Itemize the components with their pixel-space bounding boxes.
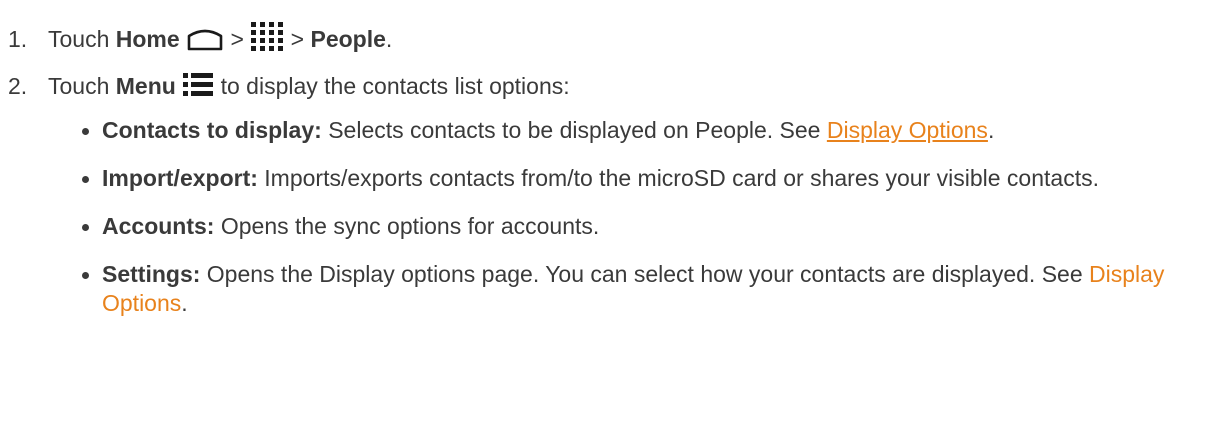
apps-grid-icon	[250, 21, 284, 58]
bullet-icon	[82, 176, 89, 183]
home-label: Home	[115, 26, 180, 52]
home-icon	[186, 25, 224, 58]
display-options-link[interactable]: Display Options	[827, 117, 988, 143]
option-end: .	[987, 117, 995, 143]
bullet-icon	[82, 128, 89, 135]
option-term: Settings:	[102, 261, 201, 287]
step-number: 1.	[8, 26, 28, 52]
bullet-icon	[82, 272, 89, 279]
option-term: Accounts:	[102, 213, 215, 239]
list-item: Settings: Opens the Display options page…	[82, 260, 1207, 318]
option-term: Import/export:	[102, 165, 258, 191]
list-item: Contacts to display: Selects contacts to…	[82, 116, 1207, 145]
step-text: Touch	[48, 73, 116, 99]
step-end: .	[385, 26, 393, 52]
step-text-after: to display the contacts list options:	[214, 73, 570, 99]
list-item: Accounts: Opens the sync options for acc…	[82, 212, 1207, 241]
step-text: Touch	[48, 26, 116, 52]
option-description: Selects contacts to be displayed on Peop…	[321, 117, 827, 143]
step-1: 1. Touch Home > > People.	[8, 21, 392, 58]
option-end: .	[181, 290, 188, 316]
option-description: Opens the Display options page. You can …	[200, 261, 1090, 287]
list-item: Import/export: Imports/exports contacts …	[82, 164, 1207, 193]
separator: >	[224, 26, 251, 52]
options-list: Contacts to display: Selects contacts to…	[82, 116, 1207, 337]
menu-icon	[182, 72, 214, 105]
step-2: 2. Touch Menu to display the contacts lis…	[8, 71, 570, 105]
step-number: 2.	[8, 73, 28, 99]
option-description: Imports/exports contacts from/to the mic…	[257, 165, 1099, 191]
option-description: Opens the sync options for accounts.	[214, 213, 600, 239]
bullet-icon	[82, 224, 89, 231]
separator: >	[284, 26, 311, 52]
menu-label: Menu	[115, 73, 176, 99]
people-label: People	[310, 26, 386, 52]
option-term: Contacts to display:	[102, 117, 322, 143]
